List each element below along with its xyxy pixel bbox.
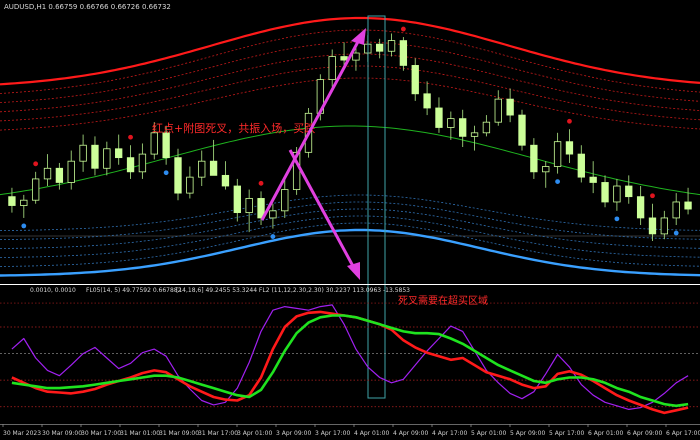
- time-axis-label: 5 Apr 17:00: [549, 430, 584, 437]
- sub-annotation-text: 死叉需要在超买区域: [398, 294, 488, 307]
- sell-dot: [650, 193, 655, 199]
- candle-up: [269, 210, 277, 219]
- time-axis-label: 4 Apr 09:00: [393, 430, 428, 437]
- candle-up: [103, 148, 111, 169]
- candle-up: [186, 176, 194, 194]
- candle-up: [387, 40, 396, 52]
- candle-up: [672, 201, 680, 219]
- candle-up: [553, 141, 562, 167]
- time-axis-label: 30 Mar 09:00: [42, 430, 82, 437]
- candle-up: [245, 198, 253, 214]
- candle-down: [423, 93, 431, 109]
- candle-up: [138, 153, 147, 173]
- candle-up: [43, 167, 52, 180]
- candle-up: [447, 118, 455, 128]
- chart-background: [0, 0, 700, 440]
- candle-down: [399, 40, 408, 66]
- candle-up: [542, 166, 550, 173]
- candle-up: [328, 56, 336, 81]
- candle-up: [660, 217, 669, 235]
- candle-down: [126, 157, 135, 173]
- time-axis-label: 5 Apr 09:00: [510, 430, 545, 437]
- candle-down: [636, 196, 645, 219]
- candle-down: [601, 182, 609, 203]
- candle-down: [55, 167, 64, 183]
- time-axis-label: 6 Apr 01:00: [588, 430, 623, 437]
- candle-up: [494, 98, 502, 123]
- candle-down: [411, 65, 419, 95]
- sell-dot: [258, 180, 264, 186]
- time-axis-label: 4 Apr 01:00: [354, 430, 389, 437]
- time-axis-label: 6 Apr 09:00: [627, 430, 662, 437]
- candle-up: [352, 52, 360, 61]
- candle-up: [79, 144, 87, 162]
- sub-info-right: [14,18,6] 49.2455 53.3244 FL2 (11,12,2.3…: [176, 287, 410, 294]
- time-axis-label: 30 Mar 2023: [3, 430, 41, 437]
- candle-down: [565, 141, 574, 155]
- candle-down: [221, 174, 230, 187]
- candle-down: [174, 157, 182, 194]
- sub-info-mid: FL05(14, 5) 49.77592 0.667882: [86, 287, 182, 294]
- sell-dot: [400, 26, 406, 32]
- candle-down: [91, 144, 99, 169]
- chart-stage: AUDUSD,H1 0.66759 0.66766 0.66726 0.6673…: [0, 0, 700, 440]
- candle-up: [482, 121, 491, 134]
- candle-up: [150, 132, 158, 155]
- candle-down: [340, 56, 348, 61]
- time-axis-label: 3 Apr 09:00: [276, 430, 311, 437]
- time-axis-label: 31 Mar 09:00: [159, 430, 199, 437]
- buy-dot: [163, 170, 169, 176]
- buy-dot: [21, 223, 27, 229]
- candle-up: [67, 160, 75, 183]
- time-axis-label: 5 Apr 01:00: [471, 430, 506, 437]
- time-axis-label: 31 Mar 01:00: [120, 430, 160, 437]
- candle-down: [435, 107, 443, 128]
- candle-down: [577, 153, 585, 178]
- time-axis-label: 3 Apr 17:00: [315, 430, 350, 437]
- candle-up: [20, 199, 28, 206]
- sell-dot: [567, 118, 572, 124]
- candle-down: [530, 144, 538, 173]
- candle-down: [589, 176, 597, 183]
- time-axis-label: 30 Mar 17:00: [81, 430, 121, 437]
- candle-down: [518, 114, 526, 146]
- candle-down: [459, 118, 467, 137]
- main-annotation-text: 红点+附图死叉，共振入场，买跌: [152, 121, 315, 135]
- sub-info-left: 0.0010, 0.0010: [30, 287, 76, 294]
- time-axis-label: 3 Apr 01:00: [237, 430, 272, 437]
- symbol-info-text: AUDUSD,H1 0.66759 0.66766 0.66726 0.6673…: [4, 3, 171, 11]
- buy-dot: [555, 179, 560, 185]
- time-axis-label: 4 Apr 17:00: [432, 430, 467, 437]
- candle-up: [31, 178, 40, 201]
- candle-down: [115, 148, 123, 159]
- buy-dot: [614, 216, 620, 222]
- sell-dot: [128, 134, 133, 140]
- candle-up: [198, 160, 206, 178]
- candle-down: [684, 201, 692, 210]
- time-axis-label: 6 Apr 17:00: [666, 430, 700, 437]
- candle-up: [470, 132, 479, 137]
- candle-down: [162, 132, 170, 159]
- candle-down: [8, 196, 16, 206]
- buy-dot: [270, 234, 276, 239]
- sell-dot: [33, 161, 39, 167]
- candle-down: [209, 160, 218, 176]
- candle-down: [506, 98, 514, 116]
- candle-up: [281, 189, 289, 212]
- time-axis-label: 31 Mar 17:00: [198, 430, 238, 437]
- candle-down: [375, 43, 384, 52]
- candle-down: [625, 185, 633, 198]
- candle-down: [233, 185, 241, 214]
- candle-down: [648, 217, 657, 235]
- candle-up: [613, 185, 621, 203]
- buy-dot: [673, 230, 679, 236]
